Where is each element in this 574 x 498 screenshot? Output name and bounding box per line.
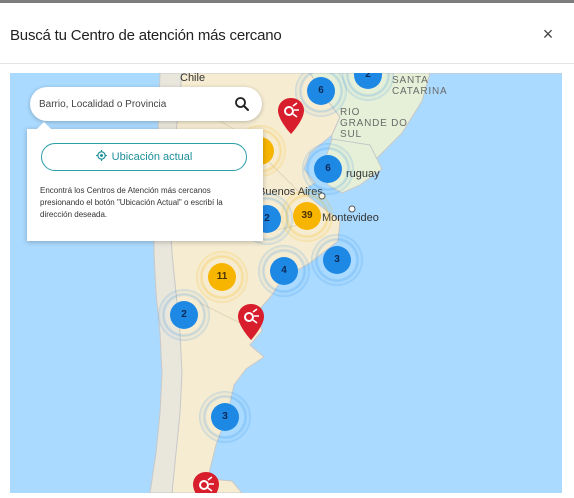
map[interactable]: Chile SANTA CATARINA RIO GRANDE DO SUL r… (10, 73, 562, 493)
city-dot-montevideo (348, 205, 356, 213)
close-button[interactable]: × (536, 22, 560, 46)
search-input[interactable] (39, 95, 229, 113)
search-icon[interactable] (234, 96, 250, 112)
crosshair-icon (95, 150, 107, 161)
map-label-santa-catarina: SANTA CATARINA (392, 75, 448, 97)
map-label-chile: Chile (180, 73, 206, 84)
location-pin-icon[interactable] (192, 471, 220, 493)
location-pin-icon[interactable] (277, 97, 305, 135)
modal-title: Buscá tu Centro de atención más cercano (10, 27, 282, 44)
location-pin-icon[interactable] (237, 303, 265, 341)
map-label-rio-grande: RIO GRANDE DO SUL (340, 107, 408, 140)
current-location-button[interactable]: Ubicación actual (41, 143, 247, 171)
cluster-marker[interactable]: 2 (342, 73, 394, 101)
cluster-marker[interactable]: 6 (302, 143, 354, 195)
nearest-center-modal: Buscá tu Centro de atención más cercano … (0, 0, 574, 498)
cluster-marker[interactable]: 3 (199, 391, 251, 443)
cluster-marker[interactable]: 3 (311, 234, 363, 286)
modal-header: Buscá tu Centro de atención más cercano … (0, 6, 574, 64)
location-help-card: Ubicación actual Encontrá los Centros de… (27, 122, 263, 241)
current-location-label: Ubicación actual (111, 151, 193, 163)
cluster-marker[interactable]: 4 (258, 245, 310, 297)
location-help-text: Encontrá los Centros de Atención más cer… (40, 186, 223, 219)
cluster-marker[interactable]: 2 (158, 289, 210, 341)
search-box (30, 87, 262, 121)
